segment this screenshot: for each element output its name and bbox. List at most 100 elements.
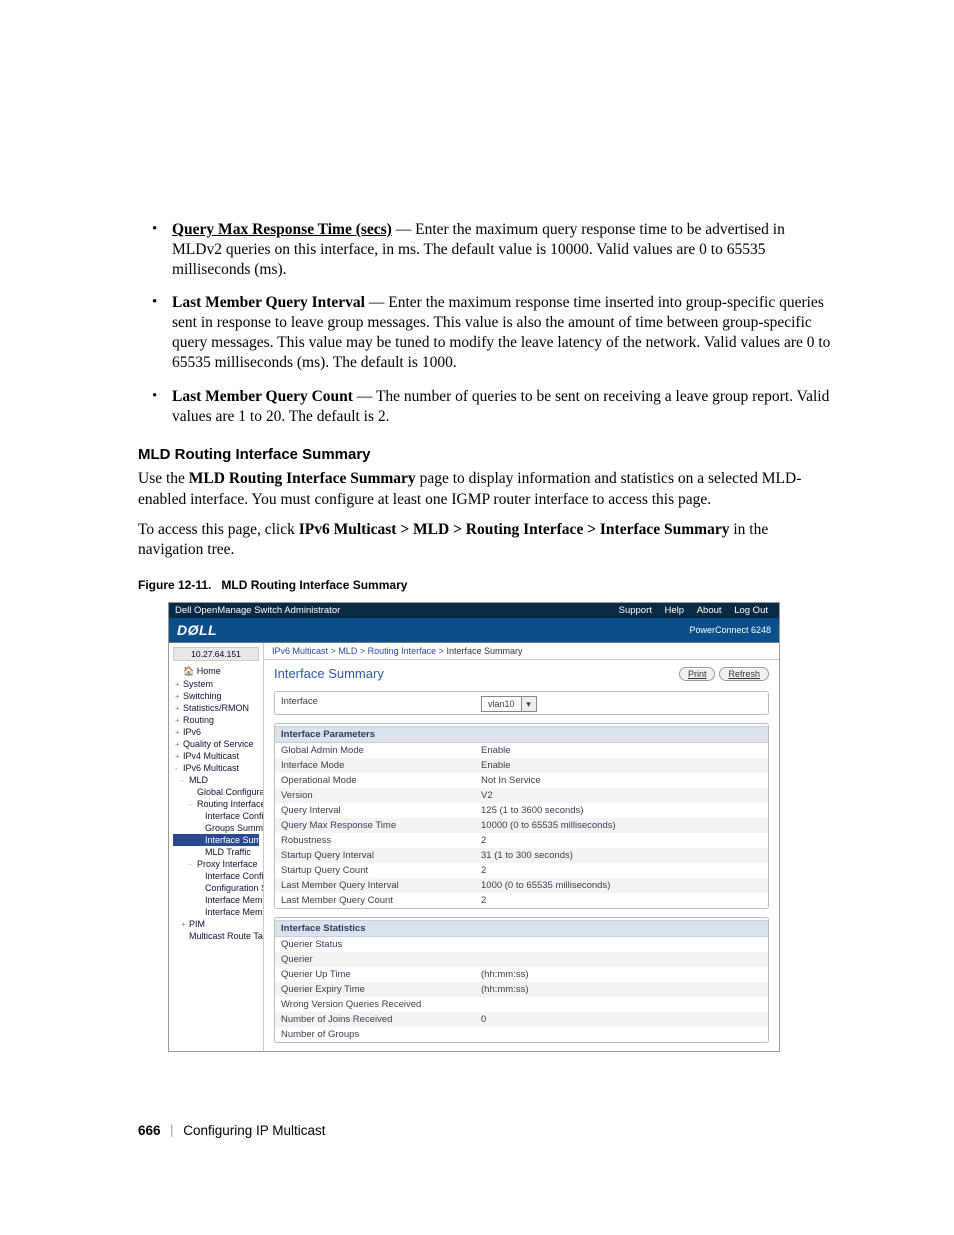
row-label: Interface Mode (281, 760, 481, 771)
nav-item-label: 🏠 Home (183, 666, 221, 676)
expand-icon[interactable]: + (175, 752, 183, 761)
nav-item[interactable]: +System (173, 678, 259, 690)
table-row: Number of Groups (275, 1027, 768, 1042)
nav-item[interactable]: +Statistics/RMON (173, 702, 259, 714)
nav-item-label: Configuration Su (205, 883, 264, 893)
page-title: Interface Summary (274, 666, 384, 681)
row-label: Wrong Version Queries Received (281, 999, 481, 1010)
expand-icon[interactable]: + (175, 728, 183, 737)
row-value: 2 (481, 895, 762, 906)
row-value: Enable (481, 745, 762, 756)
nav-item[interactable]: -Proxy Interface (173, 858, 259, 870)
nav-item[interactable]: Groups Summa (173, 822, 259, 834)
nav-item-label: IPv6 Multicast (183, 763, 239, 773)
nav-item[interactable]: Interface Membe (173, 894, 259, 906)
nav-item[interactable]: +Quality of Service (173, 738, 259, 750)
nav-item-label: Proxy Interface (197, 859, 258, 869)
row-value: 10000 (0 to 65535 milliseconds) (481, 820, 762, 831)
nav-item[interactable]: Multicast Route Table (173, 930, 259, 942)
support-link[interactable]: Support (614, 605, 657, 616)
nav-item[interactable]: -MLD (173, 774, 259, 786)
row-label: Number of Joins Received (281, 1014, 481, 1025)
figure-caption: Figure 12-11. MLD Routing Interface Summ… (138, 578, 834, 592)
expand-icon[interactable]: + (181, 920, 189, 929)
print-button[interactable]: Print (679, 667, 716, 681)
bullet-term: Query Max Response Time (secs) (172, 221, 392, 238)
nav-item[interactable]: Interface Summ (173, 834, 259, 846)
table-row: Wrong Version Queries Received (275, 997, 768, 1012)
panel-header: Interface Parameters (275, 726, 768, 743)
expand-icon[interactable]: + (175, 680, 183, 689)
nav-item[interactable]: 🏠 Home (173, 665, 259, 678)
dell-logo: DØLL (177, 622, 217, 638)
about-link[interactable]: About (692, 605, 727, 616)
nav-item-label: Interface Membe (205, 907, 264, 917)
row-label: Operational Mode (281, 775, 481, 786)
window-titlebar: Dell OpenManage Switch Administrator Sup… (169, 603, 779, 618)
nav-item[interactable]: +PIM (173, 918, 259, 930)
row-label: Number of Groups (281, 1029, 481, 1040)
nav-tree[interactable]: 10.27.64.151 🏠 Home+System+Switching+Sta… (169, 643, 264, 1051)
nav-item-label: System (183, 679, 213, 689)
row-value: (hh:mm:ss) (481, 984, 762, 995)
expand-icon[interactable]: + (175, 704, 183, 713)
nav-item[interactable]: Interface Configu (173, 870, 259, 882)
bullet-item: Query Max Response Time (secs) — Enter t… (138, 220, 834, 279)
nav-item[interactable]: Interface Membe (173, 906, 259, 918)
nav-item-label: Global Configuratio (197, 787, 264, 797)
crumb[interactable]: IPv6 Multicast (272, 646, 328, 656)
table-row: Global Admin ModeEnable (275, 743, 768, 758)
nav-item[interactable]: Global Configuratio (173, 786, 259, 798)
header-links: Support Help About Log Out (614, 605, 773, 616)
table-row: Startup Query Interval31 (1 to 300 secon… (275, 848, 768, 863)
collapse-icon[interactable]: - (181, 776, 189, 785)
expand-icon[interactable]: + (175, 716, 183, 725)
collapse-icon[interactable]: - (189, 800, 197, 809)
nav-item[interactable]: +Switching (173, 690, 259, 702)
interface-select[interactable]: vlan10 ▾ (481, 696, 537, 712)
row-value: V2 (481, 790, 762, 801)
device-ip: 10.27.64.151 (173, 647, 259, 661)
refresh-button[interactable]: Refresh (719, 667, 769, 681)
row-value: 125 (1 to 3600 seconds) (481, 805, 762, 816)
collapse-icon[interactable]: - (175, 764, 183, 773)
row-label: Querier Up Time (281, 969, 481, 980)
row-label: Query Max Response Time (281, 820, 481, 831)
row-value: 2 (481, 835, 762, 846)
row-value: 0 (481, 1014, 762, 1025)
nav-item[interactable]: Interface Configu (173, 810, 259, 822)
nav-item-label: Interface Membe (205, 895, 264, 905)
body-paragraph: Use the MLD Routing Interface Summary pa… (138, 469, 834, 509)
nav-item[interactable]: -Routing Interface (173, 798, 259, 810)
row-value: Not In Service (481, 775, 762, 786)
nav-item[interactable]: +IPv6 (173, 726, 259, 738)
table-row: Interface ModeEnable (275, 758, 768, 773)
brand-bar: DØLL PowerConnect 6248 (169, 618, 779, 643)
nav-item[interactable]: -IPv6 Multicast (173, 762, 259, 774)
table-row: VersionV2 (275, 788, 768, 803)
table-row: Querier Expiry Time(hh:mm:ss) (275, 982, 768, 997)
crumb[interactable]: MLD (338, 646, 357, 656)
logout-link[interactable]: Log Out (729, 605, 773, 616)
row-value: Enable (481, 760, 762, 771)
collapse-icon[interactable]: - (189, 860, 197, 869)
expand-icon[interactable]: + (175, 740, 183, 749)
table-row: Querier Status (275, 937, 768, 952)
row-label: Version (281, 790, 481, 801)
nav-item[interactable]: Configuration Su (173, 882, 259, 894)
nav-item[interactable]: +Routing (173, 714, 259, 726)
interface-label: Interface (281, 696, 481, 712)
nav-item-label: IPv6 (183, 727, 201, 737)
row-value: 1000 (0 to 65535 milliseconds) (481, 880, 762, 891)
table-row: Last Member Query Count2 (275, 893, 768, 908)
expand-icon[interactable]: + (175, 692, 183, 701)
table-row: Number of Joins Received0 (275, 1012, 768, 1027)
row-label: Query Interval (281, 805, 481, 816)
crumb[interactable]: Routing Interface (368, 646, 437, 656)
row-value: (hh:mm:ss) (481, 969, 762, 980)
nav-item[interactable]: MLD Traffic (173, 846, 259, 858)
row-label: Last Member Query Count (281, 895, 481, 906)
help-link[interactable]: Help (660, 605, 690, 616)
nav-item[interactable]: +IPv4 Multicast (173, 750, 259, 762)
row-value (481, 939, 762, 950)
